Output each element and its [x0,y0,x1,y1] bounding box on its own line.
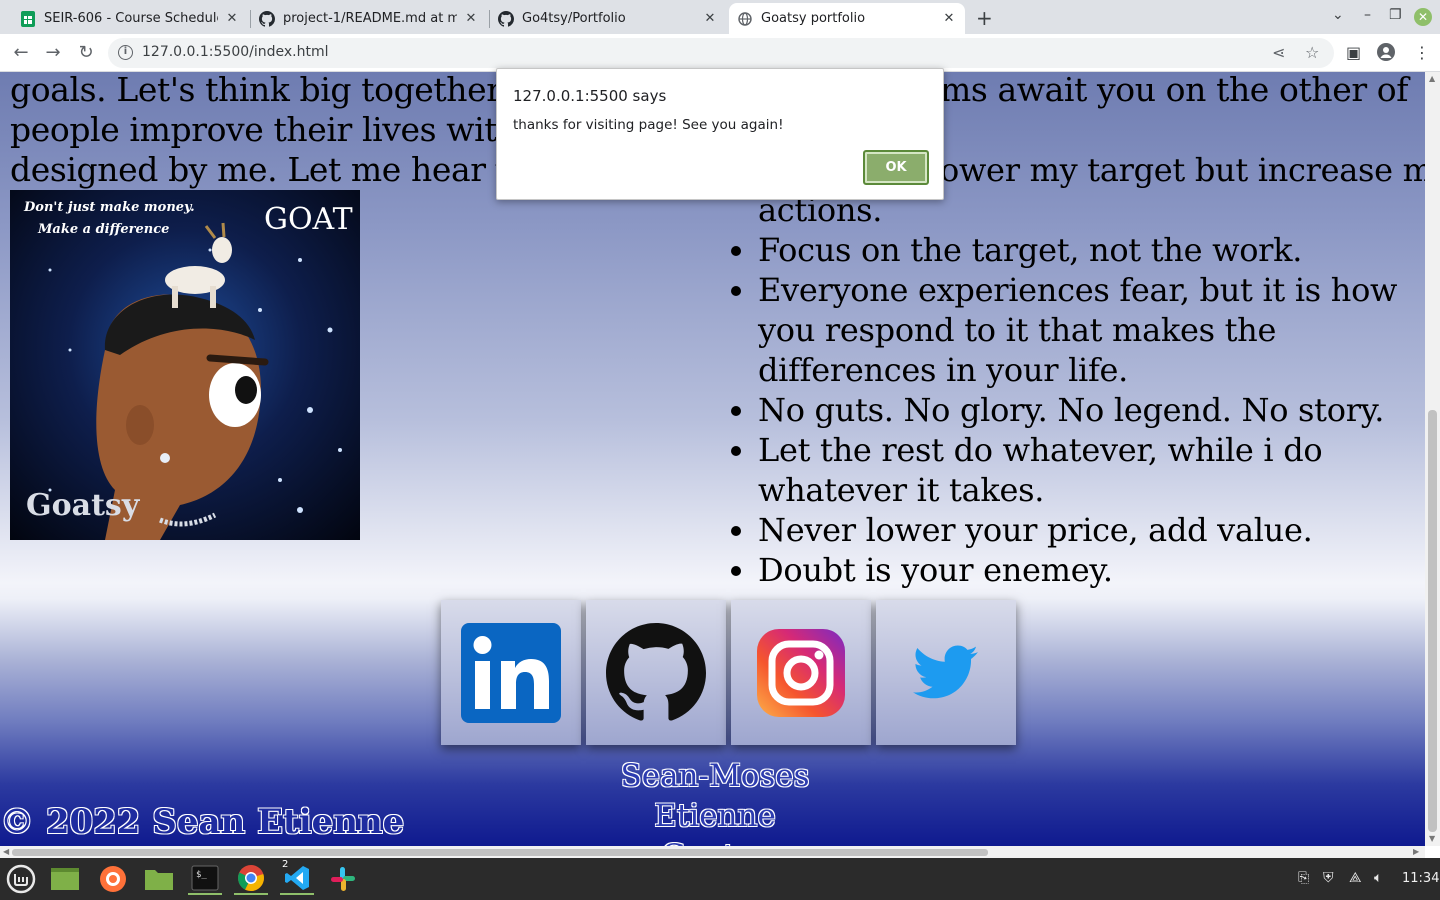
close-tab-icon[interactable]: ✕ [941,11,957,26]
linkedin-link[interactable] [441,600,581,745]
image-badge: GOAT [264,202,353,237]
profile-avatar-icon[interactable] [1377,43,1395,65]
quote-item: Let the rest do whatever, while i do wha… [758,430,1410,510]
share-icon[interactable]: ⋖ [1272,43,1285,62]
quote-item: Focus on the target, not the work. [758,230,1410,270]
github-icon [259,10,275,27]
scroll-right-icon[interactable]: ▶ [1413,847,1419,856]
new-tab-button[interactable]: + [976,6,993,30]
close-tab-icon[interactable]: ✕ [702,11,718,26]
vertical-scroll-thumb[interactable] [1428,410,1437,832]
instagram-icon [757,628,845,717]
desktop-icon[interactable] [48,863,82,895]
tab-title: Goatsy portfolio [761,11,866,26]
alert-dialog: 127.0.0.1:5500 says thanks for visiting … [496,68,944,200]
tab-strip: SEIR-606 - Course Schedule - G ✕ project… [0,0,1440,34]
tab-title: SEIR-606 - Course Schedule - G [44,11,218,26]
browser-toolbar: ← → ↻ i 127.0.0.1:5500/index.html ⋖ ☆ ▣ … [0,34,1440,72]
vscode-icon[interactable]: 2 [280,859,314,895]
github-icon [498,10,514,27]
alert-origin: 127.0.0.1:5500 says [513,87,667,105]
volume-icon[interactable]: 🔈︎ [1374,870,1382,886]
image-caption-line1: Don't just make money. [24,200,195,215]
clock[interactable]: 11:34 [1402,871,1439,886]
intro-right-fragment: ms await you on the other of [940,72,1409,109]
quote-item: Everyone experiences fear, but it is how… [758,270,1410,390]
window-close-icon[interactable]: ✕ [1414,8,1432,26]
quotes-list: ower my target but increase my actions. … [730,150,1425,590]
alert-ok-button[interactable]: OK [863,150,929,185]
owner-name-block: Sean-Moses Etienne Goatsy [560,756,870,846]
profile-image: Don't just make money. Make a difference… [10,190,360,540]
svg-text:$_: $_ [196,870,207,880]
image-caption-line2: Make a difference [38,222,170,237]
horizontal-scroll-thumb[interactable] [12,849,988,856]
tab-title: Go4tsy/Portfolio [522,11,626,26]
scroll-down-icon[interactable]: ▼ [1429,834,1435,843]
owner-alias: Goatsy [560,836,870,846]
instagram-link[interactable] [731,600,871,745]
tab-portfolio-repo[interactable]: Go4tsy/Portfolio ✕ [490,3,726,34]
horizontal-scrollbar[interactable]: ◀ ▶ [0,846,1425,858]
site-info-icon[interactable]: i [118,45,133,60]
quote-item: No guts. No glory. No legend. No story. [758,390,1410,430]
image-signature: Goatsy [26,488,140,523]
minimize-icon[interactable]: – [1364,7,1371,23]
tab-goatsy-portfolio[interactable]: Goatsy portfolio ✕ [729,3,965,34]
quote-item: Doubt is your enemey. [758,550,1410,590]
tab-course-schedule[interactable]: SEIR-606 - Course Schedule - G ✕ [12,3,248,34]
network-icon[interactable]: ⟁ [1349,870,1362,886]
address-bar[interactable]: i 127.0.0.1:5500/index.html ⋖ ☆ [108,38,1334,68]
github-link[interactable] [586,600,726,745]
scroll-up-icon[interactable]: ▲ [1429,74,1435,83]
reload-icon[interactable]: ↻ [75,42,97,63]
chrome-icon[interactable] [234,863,268,895]
mint-menu-icon[interactable] [4,863,38,895]
maximize-icon[interactable]: ❐ [1389,7,1402,23]
clipboard-icon[interactable]: ⎘ [1298,870,1309,886]
bookmark-star-icon[interactable]: ☆ [1305,43,1319,62]
copyright-text: © 2022 Sean Etienne [0,802,405,842]
globe-icon [737,11,753,27]
twitter-link[interactable] [876,600,1016,745]
vertical-scrollbar[interactable]: ▲ ▼ [1425,72,1440,846]
quote-fragment: ower my target but increase my [940,151,1425,189]
side-panel-icon[interactable]: ▣ [1346,43,1361,62]
terminal-icon[interactable]: $_ [188,863,222,895]
social-links [441,600,1016,745]
google-sheets-icon [20,10,36,27]
tab-search-icon[interactable]: ⌄ [1332,7,1344,23]
goat-figure [165,222,232,308]
browser-menu-icon[interactable]: ⋮ [1414,43,1430,62]
forward-icon[interactable]: → [42,42,64,63]
tab-readme[interactable]: project-1/README.md at mai ✕ [251,3,487,34]
url-text: 127.0.0.1:5500/index.html [142,44,329,60]
close-tab-icon[interactable]: ✕ [224,11,240,26]
back-icon[interactable]: ← [10,42,32,63]
close-tab-icon[interactable]: ✕ [463,11,479,26]
os-taskbar: $_ 2 ⎘ ⛨ ⟁ 🔈︎ 11:34 [0,858,1440,900]
files-icon[interactable] [142,863,176,895]
vscode-badge: 2 [282,859,289,870]
shield-icon[interactable]: ⛨ [1323,870,1334,886]
tab-title: project-1/README.md at mai [283,11,457,26]
twitter-icon [913,645,978,698]
owner-name: Sean-Moses Etienne [620,758,810,834]
linkedin-icon [461,622,561,723]
quote-item: Never lower your price, add value. [758,510,1410,550]
github-icon [606,622,706,721]
slack-icon[interactable] [326,863,360,895]
alert-message: thanks for visiting page! See you again! [513,117,784,133]
scroll-left-icon[interactable]: ◀ [3,847,9,856]
firefox-icon[interactable] [96,863,130,895]
